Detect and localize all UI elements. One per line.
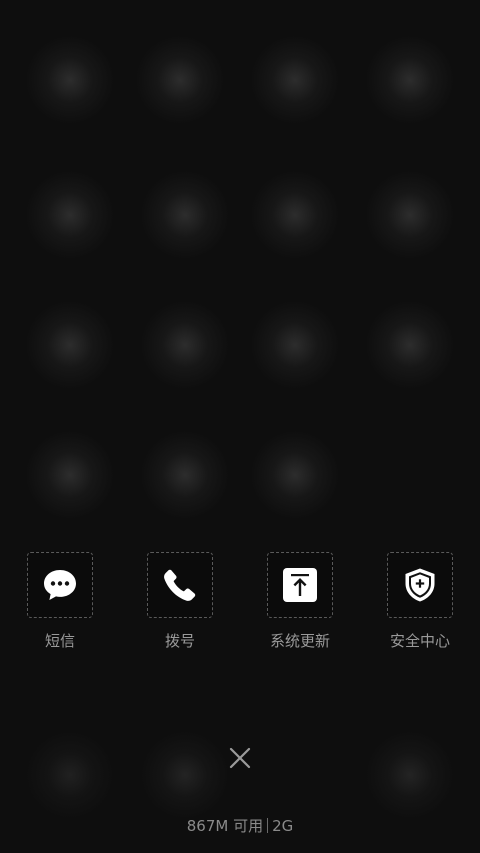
blurred-app-icon: [135, 35, 225, 125]
memory-total: 2G: [272, 817, 294, 835]
recent-app-messages[interactable]: 短信: [0, 552, 120, 662]
blurred-app-icon: [140, 300, 230, 390]
upload-arrow-icon: [281, 566, 319, 604]
blurred-app-icon: [140, 170, 230, 260]
recent-app-label: 短信: [44, 632, 75, 650]
phone-icon: [161, 566, 199, 604]
blurred-app-icon: [250, 35, 340, 125]
blurred-app-icon: [25, 35, 115, 125]
blurred-app-icon: [25, 170, 115, 260]
recent-app-frame[interactable]: [267, 552, 333, 618]
blurred-launcher-background: [0, 0, 480, 853]
blurred-app-icon: [365, 35, 455, 125]
recent-app-system-update[interactable]: 系统更新: [240, 552, 360, 662]
recent-app-label: 系统更新: [269, 632, 330, 650]
blurred-app-icon: [140, 430, 230, 520]
recent-app-frame[interactable]: [27, 552, 93, 618]
blurred-app-icon: [365, 730, 455, 820]
blurred-app-icon: [250, 300, 340, 390]
recent-app-frame[interactable]: [387, 552, 453, 618]
message-bubble-icon: [41, 566, 79, 604]
memory-available: 867M 可用: [186, 817, 264, 835]
blurred-app-icon: [25, 300, 115, 390]
recent-apps-screen: 短信 拨号 系统更新 安全中心 867M 可用 2G: [0, 0, 480, 853]
recent-app-label: 安全中心: [389, 632, 450, 650]
blurred-app-icon: [250, 430, 340, 520]
blurred-app-icon: [25, 730, 115, 820]
blurred-app-icon: [250, 170, 340, 260]
shield-plus-icon: [401, 566, 439, 604]
memory-status: 867M 可用 2G: [0, 815, 480, 836]
recent-app-security-center[interactable]: 安全中心: [360, 552, 480, 662]
clear-recent-apps-button[interactable]: [226, 744, 254, 772]
recent-app-frame[interactable]: [147, 552, 213, 618]
blurred-app-icon: [25, 430, 115, 520]
recent-apps-row: 短信 拨号 系统更新 安全中心: [0, 552, 480, 662]
recent-app-dialer[interactable]: 拨号: [120, 552, 240, 662]
blurred-app-icon: [140, 730, 230, 820]
close-icon: [229, 747, 251, 769]
blurred-app-icon: [365, 300, 455, 390]
memory-separator: [267, 818, 269, 833]
recent-app-label: 拨号: [164, 632, 195, 650]
blurred-app-icon: [365, 170, 455, 260]
